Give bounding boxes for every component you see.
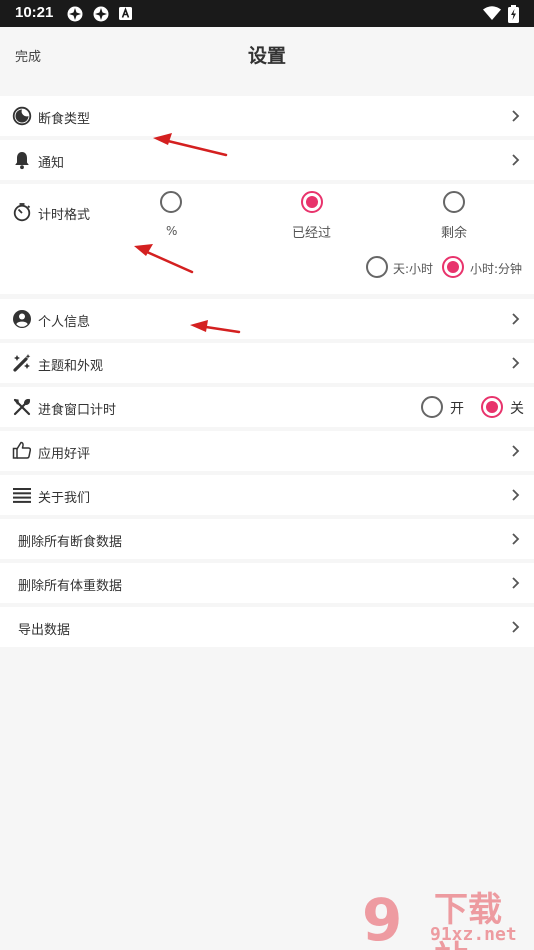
watermark: 9 下载站 91xz.net — [360, 880, 534, 950]
top-bar: 完成 设置 — [0, 27, 534, 82]
settings-row-label: 主题和外观 — [38, 359, 104, 374]
chevron-right-icon — [512, 533, 520, 545]
chevron-right-icon — [512, 313, 520, 325]
timer-format-remaining-label: 剩余 — [441, 226, 468, 241]
settings-row-rate-app[interactable]: 应用好评 — [0, 431, 534, 471]
settings-row-theme[interactable]: 主题和外观 — [0, 343, 534, 383]
settings-row-fasting-type[interactable]: 断食类型 — [0, 96, 534, 136]
unit-hour-minute-radio[interactable] — [442, 256, 464, 278]
settings-row-label: 进食窗口计时 — [38, 403, 117, 418]
page-title: 设置 — [247, 45, 286, 67]
a-notification-icon — [119, 7, 132, 20]
bell-icon — [15, 152, 29, 170]
battery-charging-icon — [508, 5, 519, 23]
thumbs-up-icon — [12, 441, 32, 459]
settings-row-timer-format: 计时格式 % 已经过 剩余 天:小时 小时:分钟 — [0, 184, 534, 294]
app-icon-1 — [67, 6, 83, 22]
settings-row-label: 通知 — [38, 156, 65, 171]
settings-row-delete-fasting-data[interactable]: 删除所有断食数据 — [0, 519, 534, 559]
status-time: 10:21 — [15, 4, 54, 21]
unit-day-hour-label: 天:小时 — [393, 262, 434, 276]
settings-row-label: 导出数据 — [18, 623, 71, 638]
chevron-right-icon — [512, 577, 520, 589]
stopwatch-icon — [13, 203, 31, 222]
chevron-right-icon — [512, 110, 520, 122]
settings-row-eating-window: 进食窗口计时 开 关 — [0, 387, 534, 427]
utensils-icon — [13, 398, 31, 416]
eating-window-off-radio[interactable] — [481, 396, 503, 418]
app-icon-2 — [93, 6, 109, 22]
timer-format-percent-radio[interactable] — [160, 191, 182, 213]
unit-hour-minute-label: 小时:分钟 — [470, 262, 523, 276]
settings-row-label: 删除所有断食数据 — [18, 535, 123, 550]
settings-row-personal-info[interactable]: 个人信息 — [0, 299, 534, 339]
settings-row-label: 删除所有体重数据 — [18, 579, 123, 594]
watermark-url: 91xz.net — [430, 924, 517, 945]
status-bar: 10:21 — [0, 0, 534, 27]
settings-row-label: 关于我们 — [38, 491, 91, 506]
settings-row-about[interactable]: 关于我们 — [0, 475, 534, 515]
svg-text:9: 9 — [362, 886, 402, 950]
settings-row-delete-weight-data[interactable]: 删除所有体重数据 — [0, 563, 534, 603]
settings-row-label: 个人信息 — [38, 315, 91, 330]
settings-row-export-data[interactable]: 导出数据 — [0, 607, 534, 647]
timer-format-elapsed-label: 已经过 — [292, 226, 332, 241]
settings-row-label: 应用好评 — [38, 447, 91, 462]
settings-row-label: 断食类型 — [38, 112, 91, 127]
account-circle-icon — [13, 310, 31, 328]
menu-lines-icon — [13, 488, 31, 503]
moon-icon — [12, 106, 32, 126]
timer-format-remaining-radio[interactable] — [443, 191, 465, 213]
chevron-right-icon — [512, 489, 520, 501]
eating-window-off-label: 关 — [510, 401, 524, 417]
wifi-icon — [483, 6, 501, 20]
chevron-right-icon — [512, 154, 520, 166]
unit-day-hour-radio[interactable] — [366, 256, 388, 278]
eating-window-on-label: 开 — [450, 401, 464, 417]
magic-wand-icon — [13, 354, 31, 372]
chevron-right-icon — [512, 621, 520, 633]
eating-window-on-radio[interactable] — [421, 396, 443, 418]
timer-format-percent-label: % — [166, 224, 178, 238]
settings-row-label: 计时格式 — [38, 208, 91, 223]
watermark-logo: 9 — [362, 886, 402, 950]
settings-row-notifications[interactable]: 通知 — [0, 140, 534, 180]
chevron-right-icon — [512, 357, 520, 369]
chevron-right-icon — [512, 445, 520, 457]
timer-format-elapsed-radio[interactable] — [301, 191, 323, 213]
